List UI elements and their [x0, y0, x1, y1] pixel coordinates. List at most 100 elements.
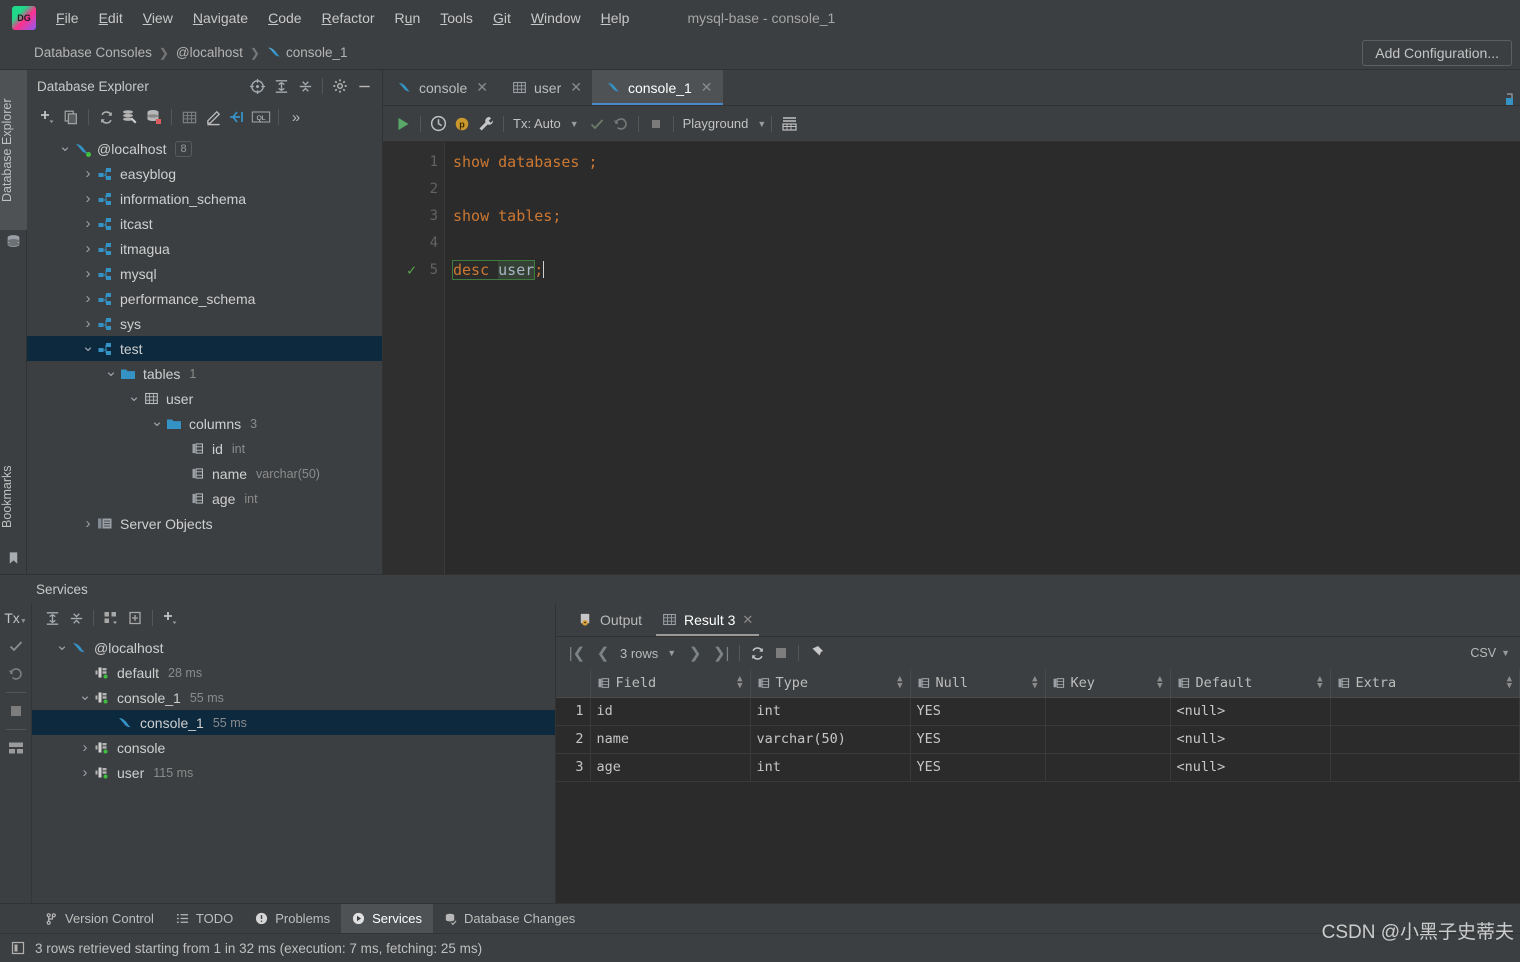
- chevron-right-icon[interactable]: ›: [80, 265, 96, 282]
- sidebar-tab-database-explorer[interactable]: Database Explorer: [0, 70, 27, 230]
- chevron-down-icon[interactable]: ▼: [570, 119, 579, 129]
- cell-field[interactable]: name: [590, 725, 751, 754]
- column-header-default[interactable]: Default ▲ ▼: [1170, 669, 1331, 698]
- menu-git[interactable]: Git: [483, 6, 521, 30]
- chevron-right-icon[interactable]: ›: [80, 315, 96, 332]
- table-row[interactable]: 1 id int YES <null>: [556, 697, 1520, 726]
- schema-selector-label[interactable]: Playground: [679, 116, 753, 131]
- first-page-icon[interactable]: |❮: [564, 641, 590, 665]
- sort-icon[interactable]: ▲ ▼: [1317, 674, 1322, 690]
- chevron-down-icon[interactable]: ⌄: [149, 413, 165, 430]
- db-tree-row[interactable]: › itmagua: [27, 236, 382, 261]
- db-tree-row[interactable]: id int: [27, 436, 382, 461]
- cell-key[interactable]: [1045, 725, 1171, 754]
- prev-page-icon[interactable]: ❮: [590, 641, 616, 665]
- chevron-down-icon[interactable]: ⌄: [103, 363, 119, 380]
- column-header-extra[interactable]: Extra ▲ ▼: [1330, 669, 1520, 698]
- chevron-right-icon[interactable]: ›: [80, 165, 96, 182]
- db-tree-row[interactable]: › information_schema: [27, 186, 382, 211]
- minimize-icon[interactable]: [352, 74, 376, 98]
- editor-tab-user[interactable]: user ✕: [498, 70, 592, 105]
- menu-help[interactable]: Help: [591, 6, 640, 30]
- edit-icon[interactable]: [201, 105, 225, 129]
- db-tree-row[interactable]: › itcast: [27, 211, 382, 236]
- tab-result-3[interactable]: Result 3 ✕: [652, 603, 763, 636]
- sidebar-tab-bookmarks[interactable]: Bookmarks: [0, 450, 27, 544]
- tx-mode-label[interactable]: Tx: Auto: [509, 116, 565, 131]
- cell-extra[interactable]: [1330, 697, 1520, 726]
- chevron-right-icon[interactable]: ›: [77, 739, 93, 756]
- menu-refactor[interactable]: Refactor: [312, 6, 385, 30]
- close-icon[interactable]: ✕: [568, 79, 584, 96]
- services-tree-row[interactable]: default 28 ms: [32, 660, 555, 685]
- sort-icon[interactable]: ▲ ▼: [1507, 674, 1512, 690]
- collapse-all-icon[interactable]: [293, 74, 317, 98]
- add-icon[interactable]: [158, 606, 182, 630]
- history-icon[interactable]: [426, 112, 450, 136]
- wrench-icon[interactable]: [474, 112, 498, 136]
- cell-extra[interactable]: [1330, 753, 1520, 782]
- cell-null[interactable]: YES: [910, 725, 1046, 754]
- close-icon[interactable]: ✕: [742, 612, 753, 628]
- menu-tools[interactable]: Tools: [430, 6, 483, 30]
- cell-type[interactable]: int: [750, 697, 911, 726]
- column-header-field[interactable]: Field ▲ ▼: [590, 669, 751, 698]
- database-color-icon[interactable]: [142, 105, 166, 129]
- tab-output[interactable]: Output: [568, 603, 652, 636]
- profile-icon[interactable]: p: [450, 112, 474, 136]
- close-icon[interactable]: ✕: [699, 79, 715, 96]
- sql-code-content[interactable]: show databases ; show tables; desc user;: [445, 142, 1520, 574]
- menu-window[interactable]: Window: [521, 6, 591, 30]
- menu-edit[interactable]: Edit: [89, 6, 133, 30]
- db-tree-row[interactable]: ⌄ tables 1: [27, 361, 382, 386]
- menu-code[interactable]: Code: [258, 6, 311, 30]
- chevron-down-icon[interactable]: ⌄: [57, 138, 73, 155]
- services-tree-row[interactable]: ⌄ @localhost: [32, 635, 555, 660]
- more-icon[interactable]: »: [284, 105, 308, 129]
- breadcrumb-database-consoles[interactable]: Database Consoles: [34, 45, 152, 60]
- reload-icon[interactable]: [745, 641, 769, 665]
- column-header-key[interactable]: Key ▲ ▼: [1045, 669, 1171, 698]
- db-tree-row[interactable]: ⌄ test: [27, 336, 382, 361]
- next-page-icon[interactable]: ❯: [682, 641, 708, 665]
- db-tree-row[interactable]: › Server Objects: [27, 511, 382, 536]
- chevron-right-icon[interactable]: ›: [77, 764, 93, 781]
- layout-icon[interactable]: [3, 735, 29, 761]
- expand-all-icon[interactable]: [269, 74, 293, 98]
- tool-button-todo[interactable]: TODO: [165, 904, 244, 933]
- services-tree-row[interactable]: › console: [32, 735, 555, 760]
- db-tree-row[interactable]: › performance_schema: [27, 286, 382, 311]
- chevron-down-icon[interactable]: ▼: [667, 648, 676, 658]
- sort-icon[interactable]: ▲ ▼: [897, 674, 902, 690]
- tool-button-services[interactable]: Services: [341, 904, 433, 933]
- chevron-down-icon[interactable]: ⌄: [77, 687, 93, 704]
- db-tree-row[interactable]: name varchar(50): [27, 461, 382, 486]
- last-page-icon[interactable]: ❯|: [708, 641, 734, 665]
- db-tree-row[interactable]: ⌄ user: [27, 386, 382, 411]
- db-tree-row[interactable]: › easyblog: [27, 161, 382, 186]
- db-tree-row[interactable]: age int: [27, 486, 382, 511]
- services-tree-row[interactable]: console_1 55 ms: [32, 710, 555, 735]
- cell-extra[interactable]: [1330, 725, 1520, 754]
- table-icon[interactable]: [177, 105, 201, 129]
- menu-run[interactable]: Run: [385, 6, 431, 30]
- cell-key[interactable]: [1045, 753, 1171, 782]
- cell-null[interactable]: YES: [910, 753, 1046, 782]
- services-tree-row[interactable]: ⌄ console_1 55 ms: [32, 685, 555, 710]
- chevron-right-icon[interactable]: ›: [80, 215, 96, 232]
- tool-button-problems[interactable]: Problems: [244, 904, 341, 933]
- column-header-null[interactable]: Null ▲ ▼: [910, 669, 1046, 698]
- gear-icon[interactable]: [328, 74, 352, 98]
- chevron-down-icon[interactable]: ▼: [757, 119, 766, 129]
- stop-icon[interactable]: [644, 112, 668, 136]
- sync-settings-icon[interactable]: [118, 105, 142, 129]
- code-line[interactable]: show tables;: [453, 202, 1520, 229]
- chevron-right-icon[interactable]: ›: [80, 240, 96, 257]
- result-grid-wrapper[interactable]: Field ▲ ▼ Type ▲ ▼ Null ▲ ▼ Key ▲ ▼ Default ▲ ▼ Extra ▲ ▼…: [556, 669, 1520, 903]
- chevron-down-icon[interactable]: ⌄: [80, 338, 96, 355]
- menu-file[interactable]: File: [46, 6, 89, 30]
- chevron-right-icon[interactable]: ›: [80, 515, 96, 532]
- code-line[interactable]: desc user;: [451, 256, 1520, 283]
- export-format-selector[interactable]: CSV ▼: [1470, 646, 1510, 660]
- output-format-icon[interactable]: [777, 112, 801, 136]
